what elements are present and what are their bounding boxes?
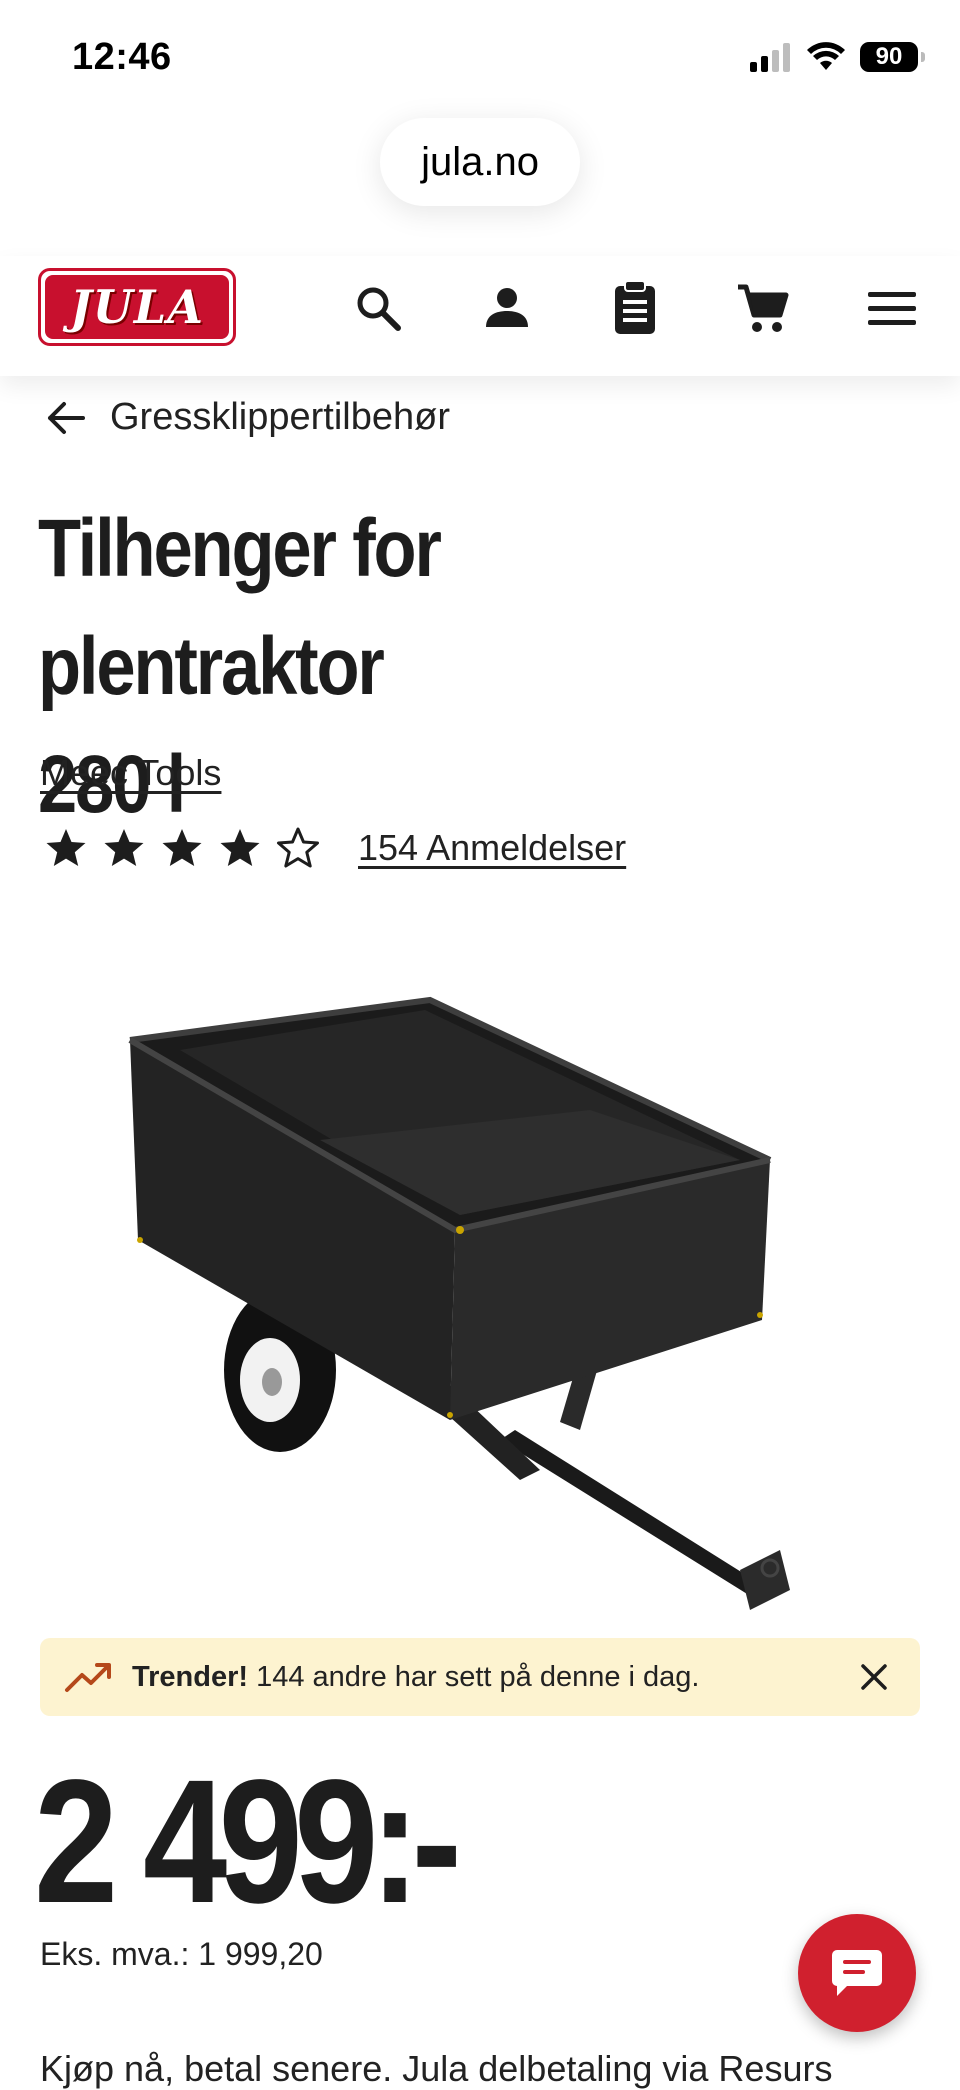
trend-message: Trender! 144 andre har sett på denne i d… bbox=[132, 1661, 856, 1694]
back-arrow-icon[interactable] bbox=[46, 400, 86, 436]
price-ex-vat: Eks. mva.: 1 999,20 bbox=[40, 1936, 323, 1972]
logo-text: JULA bbox=[70, 280, 204, 334]
breadcrumb-label[interactable]: Gressklippertilbehør bbox=[110, 396, 450, 439]
breadcrumb[interactable]: Gressklippertilbehør bbox=[46, 396, 450, 439]
chat-button[interactable] bbox=[798, 1914, 916, 2032]
trend-banner: Trender! 144 andre har sett på denne i d… bbox=[40, 1638, 920, 1716]
close-icon[interactable] bbox=[856, 1659, 892, 1695]
jula-logo[interactable]: JULA bbox=[38, 268, 236, 346]
brand-link[interactable]: Meec Tools bbox=[40, 752, 221, 794]
rating[interactable]: 154 Anmeldelser bbox=[44, 826, 626, 870]
product-title-line-1: Tilhenger for plentraktor bbox=[38, 503, 442, 712]
cart-icon[interactable] bbox=[735, 280, 791, 336]
star-filled-icon bbox=[46, 829, 86, 866]
star-filled-icon bbox=[162, 829, 202, 866]
signal-icon bbox=[750, 43, 790, 72]
chat-icon bbox=[832, 1950, 882, 1996]
trend-label: Trender! bbox=[132, 1660, 249, 1693]
account-icon[interactable] bbox=[479, 280, 535, 336]
menu-icon[interactable] bbox=[864, 280, 920, 336]
product-image-trailer[interactable] bbox=[120, 990, 840, 1640]
battery-indicator: 90 bbox=[860, 42, 925, 72]
search-icon[interactable] bbox=[350, 280, 406, 336]
wifi-icon bbox=[807, 42, 845, 70]
clipboard-icon[interactable] bbox=[607, 280, 663, 336]
status-icons: 90 bbox=[748, 42, 925, 72]
status-time: 12:46 bbox=[72, 36, 172, 78]
star-rating bbox=[44, 826, 320, 870]
payment-info-text: Kjøp nå, betal senere. Jula delbetaling … bbox=[40, 2048, 833, 2089]
star-empty-icon bbox=[277, 827, 319, 868]
reviews-link[interactable]: 154 Anmeldelser bbox=[358, 827, 626, 869]
trending-up-icon bbox=[65, 1663, 111, 1692]
product-price: 2 499:- bbox=[34, 1744, 462, 1940]
trend-text: 144 andre har sett på denne i dag. bbox=[248, 1660, 700, 1693]
address-bar[interactable]: jula.no bbox=[380, 118, 580, 206]
star-filled-icon bbox=[220, 829, 260, 866]
star-filled-icon bbox=[104, 829, 144, 866]
